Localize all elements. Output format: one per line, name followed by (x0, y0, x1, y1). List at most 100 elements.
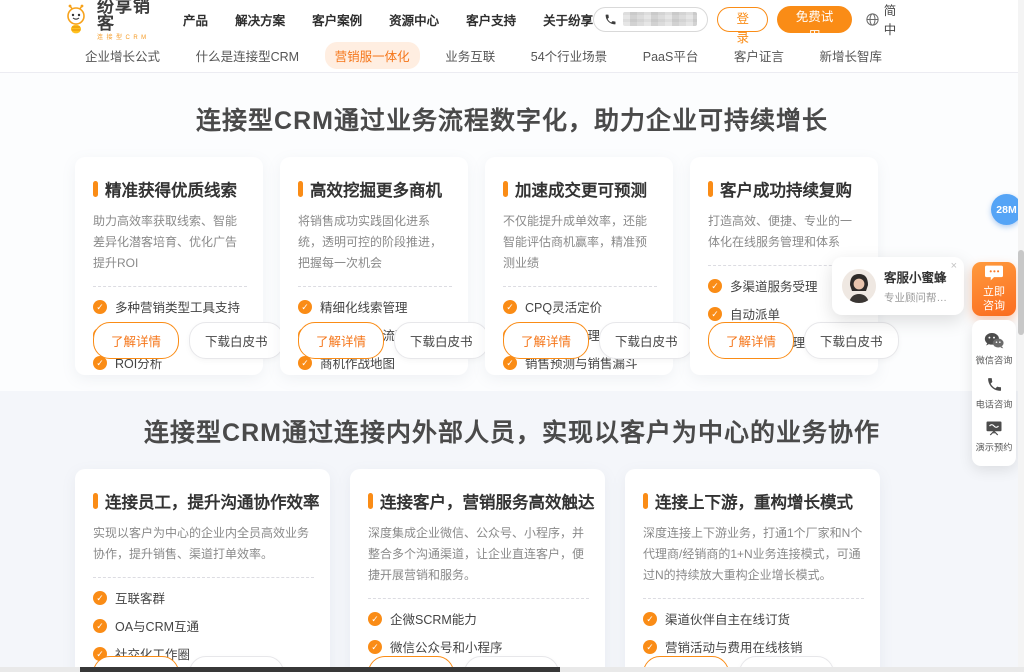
card-description: 打造高效、便捷、专业的一体化在线服务管理和体系 (708, 211, 862, 253)
subnav-marketing-sales-service[interactable]: 营销服一体化 (325, 42, 420, 69)
menu-item-products[interactable]: 产品 (183, 10, 208, 29)
chat-assistant-popup[interactable]: 客服小蜜蜂 专业顾问帮您解答问题... × (832, 257, 964, 315)
feature-label: 微信公众号和小程序 (390, 637, 503, 656)
login-button[interactable]: 登录 (717, 7, 768, 32)
feature-item: ✓ 渠道伙伴自主在线订货 (643, 609, 864, 628)
check-icon: ✓ (93, 591, 107, 605)
free-trial-button[interactable]: 免费试用 (777, 6, 851, 33)
brand-logo[interactable]: 纷享销客 连接型CRM (62, 0, 163, 41)
vertical-scrollbar-thumb[interactable] (1018, 250, 1024, 335)
feature-label: OA与CRM互通 (115, 616, 199, 635)
learn-more-button[interactable]: 了解详情 (708, 322, 794, 359)
card-title-text: 客户成功持续复购 (720, 177, 852, 201)
feature-item: ✓ 互联客群 (93, 588, 314, 607)
feature-label: 渠道伙伴自主在线订货 (665, 609, 790, 628)
feature-item: ✓ 多种营销类型工具支持 (93, 297, 247, 316)
wechat-consult-tool[interactable]: 微信咨询 (974, 332, 1014, 367)
feature-item: ✓企微SCRM能力 (368, 609, 589, 628)
phone-consult-tool[interactable]: 电话咨询 (974, 376, 1014, 411)
menu-item-cases[interactable]: 客户案例 (312, 10, 362, 29)
agent-name: 客服小蜜蜂 (884, 267, 956, 286)
phone-icon (986, 376, 1003, 393)
menu-item-solutions[interactable]: 解决方案 (235, 10, 285, 29)
feature-label: 自动派单 (730, 304, 780, 323)
feature-label: 企微SCRM能力 (390, 609, 477, 628)
title-accent-bar (298, 181, 303, 197)
title-accent-bar (93, 493, 98, 509)
learn-more-button[interactable]: 了解详情 (503, 322, 589, 359)
subnav-growth-formula[interactable]: 企业增长公式 (75, 42, 170, 69)
card-description: 将销售成功实践固化进系统，透明可控的阶段推进，把握每一次机会 (298, 211, 452, 274)
download-whitepaper-button[interactable]: 下载白皮书 (189, 322, 284, 359)
card-title-text: 精准获得优质线索 (105, 177, 237, 201)
subnav-paas[interactable]: PaaS平台 (633, 42, 709, 69)
learn-more-button[interactable]: 了解详情 (93, 322, 179, 359)
tool-label: 电话咨询 (976, 396, 1013, 410)
check-icon: ✓ (643, 640, 657, 654)
check-icon: ✓ (93, 300, 107, 314)
phone-icon (604, 13, 617, 26)
subnav-testimonials[interactable]: 客户证言 (724, 42, 794, 69)
dashed-divider (643, 598, 864, 599)
title-accent-bar (93, 181, 98, 197)
download-whitepaper-button[interactable]: 下载白皮书 (804, 322, 899, 359)
phone-contact-pill[interactable] (593, 7, 708, 32)
menu-item-about[interactable]: 关于纷享 (543, 10, 593, 29)
card-description: 助力高效率获取线索、智能差异化潜客培育、优化广告提升ROI (93, 211, 247, 274)
check-icon: ✓ (643, 612, 657, 626)
horizontal-scrollbar-thumb[interactable] (80, 667, 560, 672)
vertical-scrollbar-track[interactable] (1018, 0, 1024, 672)
card-deals: 加速成交更可预测 不仅能提升成单效率，还能智能评估商机赢率，精准预测业绩 ✓CP… (485, 157, 673, 375)
cards-row-2: 连接员工，提升沟通协作效率 实现以客户为中心的企业内全员高效业务协作，提升销售、… (75, 469, 1024, 672)
feature-item: ✓CPQ灵活定价 (503, 297, 657, 316)
feature-item: ✓精细化线索管理 (298, 297, 452, 316)
section-collaboration: 连接型CRM通过连接内外部人员，实现以客户为中心的业务协作 连接员工，提升沟通协… (0, 391, 1024, 672)
title-accent-bar (708, 181, 713, 197)
download-whitepaper-button[interactable]: 下载白皮书 (599, 322, 694, 359)
feature-label: 互联客群 (115, 588, 165, 607)
contact-tools-panel: 微信咨询 电话咨询 演示预约 (972, 320, 1016, 466)
demo-booking-tool[interactable]: 演示预约 (974, 419, 1014, 454)
feature-label: 多种营销类型工具支持 (115, 297, 240, 316)
dashed-divider (298, 286, 452, 287)
check-icon: ✓ (708, 279, 722, 293)
subnav-business-connect[interactable]: 业务互联 (435, 42, 505, 69)
chat-bubble-icon (984, 264, 1004, 282)
agent-avatar (842, 269, 876, 303)
dashed-divider (368, 598, 589, 599)
learn-more-button[interactable]: 了解详情 (298, 322, 384, 359)
tool-label: 微信咨询 (976, 353, 1013, 367)
section-heading: 连接型CRM通过连接内外部人员，实现以客户为中心的业务协作 (0, 413, 1024, 449)
card-description: 深度集成企业微信、公众号、小程序，并整合多个沟通渠道，让企业直连客户，便捷开展营… (368, 523, 589, 586)
card-description: 深度连接上下游业务，打通1个厂家和N个代理商/经销商的1+N业务连接模式，可通过… (643, 523, 864, 586)
language-label: 简中 (884, 0, 902, 38)
topbar-actions: 登录 免费试用 简中 (593, 0, 902, 38)
title-accent-bar (643, 493, 648, 509)
subnav-industry-scenes[interactable]: 54个行业场景 (521, 42, 617, 69)
menu-item-support[interactable]: 客户支持 (466, 10, 516, 29)
card-title-text: 加速成交更可预测 (515, 177, 647, 201)
instant-consult-button[interactable]: 立即咨询 (972, 262, 1016, 316)
feature-item: ✓OA与CRM互通 (93, 616, 314, 635)
menu-item-resources[interactable]: 资源中心 (389, 10, 439, 29)
feature-label: CPQ灵活定价 (525, 297, 602, 316)
secondary-navbar: 企业增长公式 什么是连接型CRM 营销服一体化 业务互联 54个行业场景 Paa… (0, 38, 1024, 73)
top-navbar: 纷享销客 连接型CRM 产品 解决方案 客户案例 资源中心 客户支持 关于纷享 … (0, 0, 1024, 38)
card-description: 实现以客户为中心的企业内全员高效业务协作，提升销售、渠道打单效率。 (93, 523, 314, 565)
close-icon[interactable]: × (951, 261, 957, 272)
feature-item: ✓ 营销活动与费用在线核销 (643, 637, 864, 656)
feature-label: 营销活动与费用在线核销 (665, 637, 803, 656)
phone-number-blurred (623, 12, 697, 26)
language-switcher[interactable]: 简中 (865, 0, 902, 38)
dashed-divider (93, 577, 314, 578)
tool-label: 演示预约 (976, 439, 1013, 453)
subnav-what-is-crm[interactable]: 什么是连接型CRM (186, 42, 309, 69)
download-whitepaper-button[interactable]: 下载白皮书 (394, 322, 489, 359)
section-digitalization: 连接型CRM通过业务流程数字化，助力企业可持续增长 精准获得优质线索 助力高效率… (0, 73, 1024, 391)
bee-mascot-icon (62, 4, 92, 34)
feature-item: ✓微信公众号和小程序 (368, 637, 589, 656)
dashed-divider (93, 286, 247, 287)
card-connect-partners: 连接上下游，重构增长模式 深度连接上下游业务，打通1个厂家和N个代理商/经销商的… (625, 469, 880, 672)
subnav-growth-library[interactable]: 新增长智库 (809, 42, 892, 69)
card-title-text: 连接上下游，重构增长模式 (655, 489, 853, 513)
